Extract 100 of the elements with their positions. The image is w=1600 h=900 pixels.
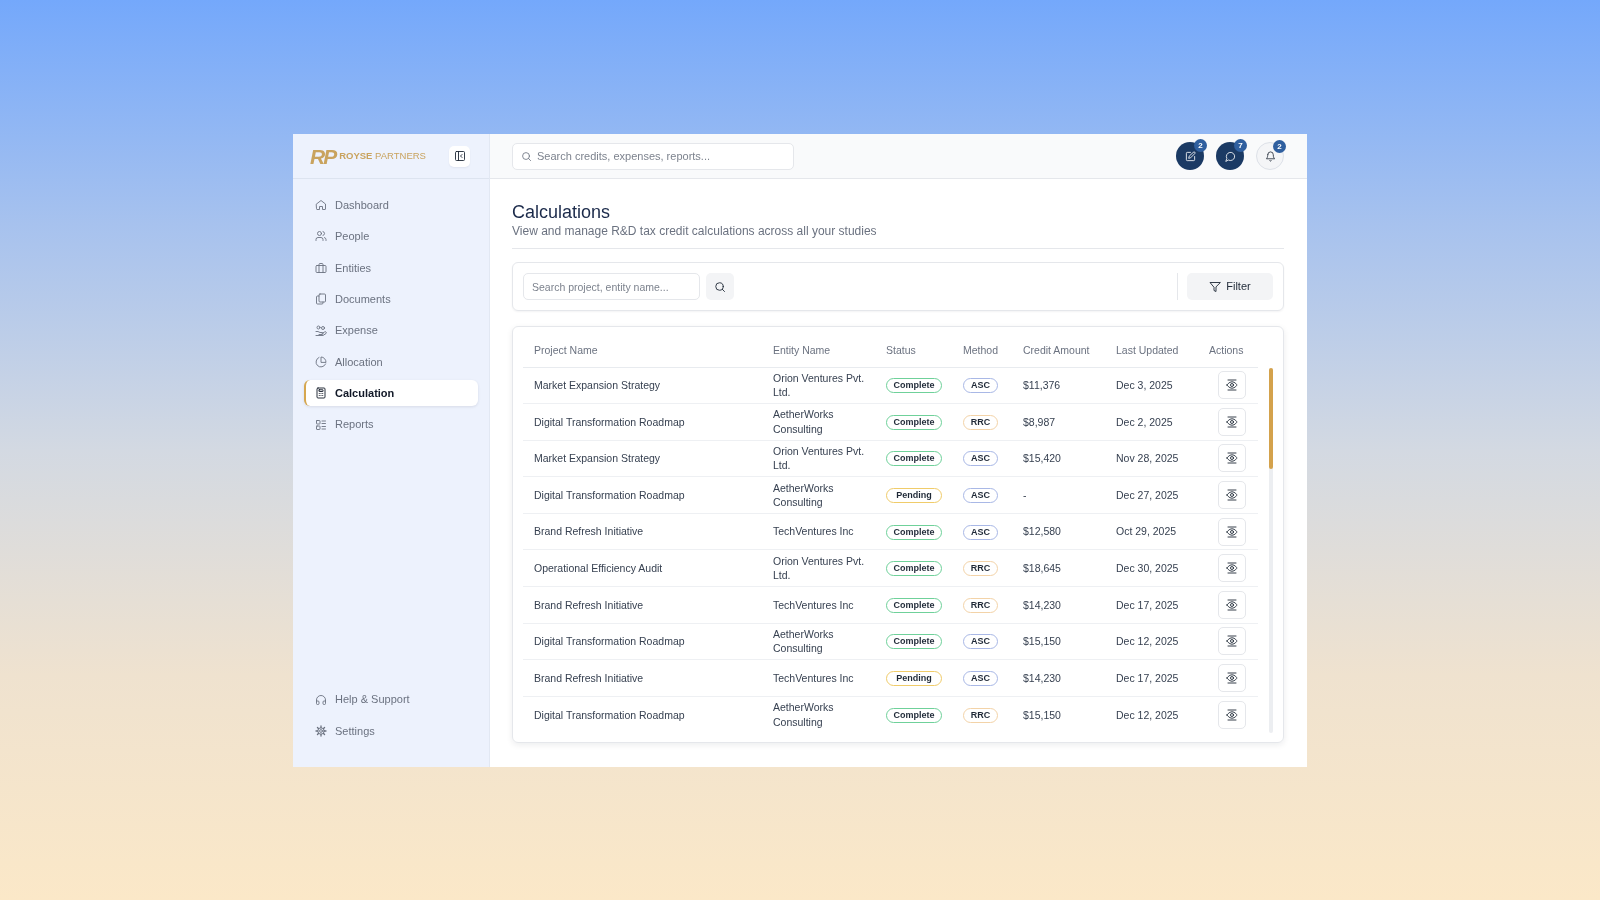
table-cell: Brand Refresh Initiative: [523, 513, 762, 550]
bell-icon: [1264, 150, 1276, 162]
table-cell: Digital Transformation Roadmap: [523, 476, 762, 514]
table-cell: $18,645: [1012, 549, 1105, 587]
status-badge: Complete: [886, 561, 942, 577]
table-cell: Dec 12, 2025: [1105, 696, 1198, 733]
eye-icon: [1226, 379, 1238, 392]
hand-coins-icon: [315, 324, 327, 337]
table-cell: Dec 12, 2025: [1105, 623, 1198, 660]
view-button[interactable]: [1218, 444, 1246, 473]
table-cell: Brand Refresh Initiative: [523, 586, 762, 624]
page-title: Calculations: [512, 201, 612, 223]
filter-icon: [1209, 280, 1222, 293]
table-cell: Dec 17, 2025: [1105, 586, 1198, 624]
sidebar-toggle-button[interactable]: [449, 145, 470, 167]
status-badge: Complete: [886, 707, 942, 723]
method-badge: ASC: [963, 634, 998, 650]
sidebar-item[interactable]: Dashboard: [304, 192, 478, 218]
method-badge: RRC: [963, 414, 998, 430]
column-header: Credit Amount: [1012, 336, 1105, 367]
headset-icon: [315, 693, 327, 706]
table-cell: Market Expansion Strategy: [523, 440, 762, 477]
status-badge: Complete: [886, 378, 942, 394]
sidebar-item[interactable]: Settings: [304, 718, 478, 744]
edit-icon: [1184, 150, 1196, 162]
notification-button[interactable]: 2: [1256, 142, 1284, 170]
column-header: Status: [875, 336, 952, 367]
sidebar-item[interactable]: Help & Support: [304, 686, 478, 713]
panel-left-icon: [453, 150, 466, 162]
table-cell: TechVentures Inc: [762, 659, 875, 697]
status-badge: Pending: [886, 671, 942, 687]
view-button[interactable]: [1218, 407, 1246, 436]
column-header: Method: [952, 336, 1012, 367]
table-cell: $15,150: [1012, 623, 1105, 660]
brand-monogram: RP: [310, 145, 336, 167]
eye-icon: [1226, 452, 1238, 465]
status-badge: Pending: [886, 488, 942, 504]
calculator-icon: [315, 387, 327, 400]
documents-icon: [315, 293, 327, 306]
table-cell: TechVentures Inc: [762, 586, 875, 624]
count-badge: 2: [1273, 140, 1286, 153]
status-badge: Complete: [886, 524, 942, 540]
table-cell: Operational Efficiency Audit: [523, 549, 762, 587]
filter-button[interactable]: Filter: [1187, 273, 1273, 300]
table-cell: $8,987: [1012, 403, 1105, 441]
view-button[interactable]: [1218, 517, 1246, 546]
status-badge: Complete: [886, 634, 942, 650]
column-header: Entity Name: [762, 336, 875, 367]
table-cell: Orion Ventures Pvt. Ltd.: [762, 549, 875, 587]
eye-icon: [1226, 525, 1238, 538]
chat-button[interactable]: 7: [1216, 142, 1244, 170]
scrollbar-thumb[interactable]: [1269, 368, 1273, 469]
view-button[interactable]: [1218, 481, 1246, 510]
sidebar-item[interactable]: Reports: [304, 411, 478, 438]
sidebar-item[interactable]: Documents: [304, 286, 478, 313]
search-button[interactable]: [706, 273, 734, 300]
eye-icon: [1226, 708, 1238, 721]
table-cell: AetherWorks Consulting: [762, 476, 875, 514]
view-button[interactable]: [1218, 590, 1246, 619]
method-badge: ASC: [963, 451, 998, 467]
table-cell: -: [1012, 476, 1105, 514]
table-cell: Oct 29, 2025: [1105, 513, 1198, 550]
sidebar-item[interactable]: People: [304, 223, 478, 250]
column-header: Actions: [1198, 336, 1258, 367]
briefcase-icon: [315, 261, 327, 274]
table-cell: $15,420: [1012, 440, 1105, 477]
search-field[interactable]: Search credits, expenses, reports...: [512, 142, 794, 170]
table-cell: Dec 3, 2025: [1105, 367, 1198, 404]
table-cell: Dec 2, 2025: [1105, 403, 1198, 441]
method-badge: ASC: [963, 378, 998, 394]
table-cell: $11,376: [1012, 367, 1105, 404]
table-cell: Orion Ventures Pvt. Ltd.: [762, 440, 875, 477]
view-button[interactable]: [1218, 700, 1246, 729]
table-cell: Dec 27, 2025: [1105, 476, 1198, 514]
view-button[interactable]: [1218, 627, 1246, 656]
settings-icon: [315, 725, 327, 737]
sidebar-item[interactable]: Expense: [304, 317, 478, 344]
page-subtitle: View and manage R&D tax credit calculations across all your studies: [512, 223, 878, 240]
method-badge: ASC: [963, 488, 998, 504]
search-icon: [521, 150, 532, 162]
view-button[interactable]: [1218, 371, 1246, 400]
view-button[interactable]: [1218, 664, 1246, 693]
count-badge: 2: [1194, 139, 1207, 152]
edit-button[interactable]: 2: [1176, 142, 1204, 170]
list-icon: [315, 418, 327, 431]
table-cell: AetherWorks Consulting: [762, 403, 875, 441]
status-badge: Complete: [886, 451, 942, 467]
method-badge: RRC: [963, 561, 998, 577]
status-badge: Complete: [886, 597, 942, 613]
method-badge: RRC: [963, 597, 998, 613]
sidebar-item[interactable]: Entities: [304, 254, 478, 281]
table-cell: Nov 28, 2025: [1105, 440, 1198, 477]
view-button[interactable]: [1218, 554, 1246, 583]
eye-icon: [1226, 635, 1238, 648]
table-cell: Digital Transformation Roadmap: [523, 623, 762, 660]
search-field[interactable]: Search project, entity name...: [523, 273, 700, 300]
table-cell: $12,580: [1012, 513, 1105, 550]
sidebar-item[interactable]: Allocation: [304, 348, 478, 375]
sidebar-item[interactable]: Calculation: [304, 380, 478, 407]
table-cell: Digital Transformation Roadmap: [523, 696, 762, 733]
